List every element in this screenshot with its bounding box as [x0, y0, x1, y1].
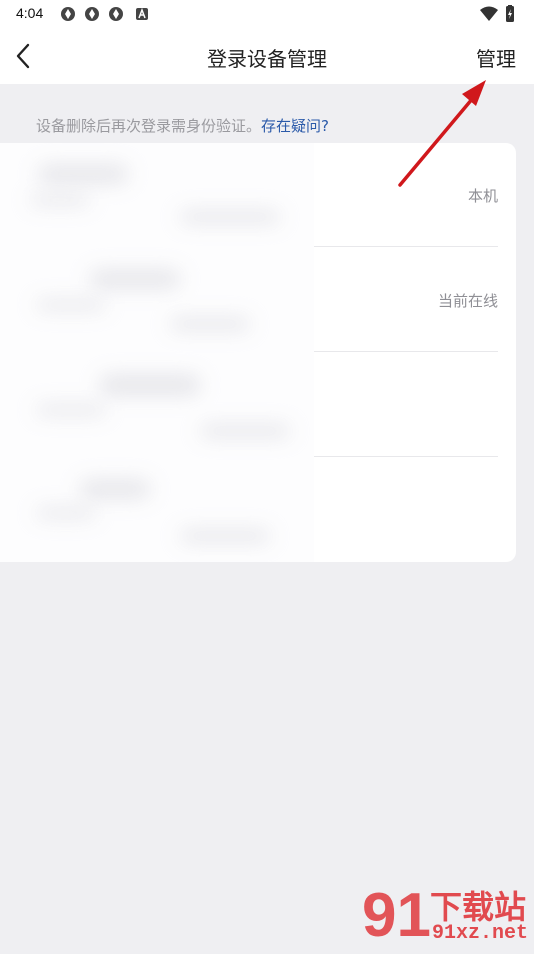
blurred-device-time: [200, 425, 290, 437]
status-time: 4:04: [16, 5, 44, 21]
divider: [314, 246, 498, 247]
notification-icon: [109, 7, 123, 21]
device-item[interactable]: [0, 353, 516, 457]
divider: [314, 456, 498, 457]
device-item[interactable]: 当前在线: [0, 248, 516, 352]
blurred-device-info: [30, 195, 90, 205]
notification-icon: [61, 7, 75, 21]
blurred-device-info: [36, 405, 106, 415]
header: 登录设备管理 管理: [0, 28, 534, 84]
hint-text: 设备删除后再次登录需身份验证。存在疑问?: [36, 115, 329, 136]
wifi-battery-icon: [480, 5, 514, 22]
page-title: 登录设备管理: [207, 47, 327, 71]
blurred-device-time: [170, 318, 250, 330]
device-item[interactable]: 本机: [0, 143, 516, 247]
notification-icon: [85, 7, 99, 21]
question-link[interactable]: 存在疑问?: [261, 117, 329, 135]
status-bar: 4:04: [0, 0, 534, 28]
blurred-device-time: [180, 530, 270, 542]
manage-button[interactable]: 管理: [476, 43, 516, 72]
blurred-device-info: [36, 300, 106, 310]
blurred-device-time: [180, 211, 280, 223]
device-tag-online: 当前在线: [437, 292, 498, 310]
blurred-device-name: [80, 480, 150, 498]
svg-text:91: 91: [362, 881, 431, 950]
blurred-device-info: [36, 508, 96, 518]
device-item[interactable]: [0, 458, 516, 562]
divider: [314, 351, 498, 352]
watermark: 91 下载站 91xz.net: [360, 868, 534, 950]
watermark-site: 91xz.net: [432, 922, 529, 945]
blurred-device-name: [100, 375, 200, 395]
blurred-device-name: [90, 270, 180, 288]
blurred-device-name: [38, 165, 128, 183]
hint-message: 设备删除后再次登录需身份验证。: [36, 117, 262, 135]
app-notification-icon: [136, 7, 148, 20]
device-tag-local: 本机: [467, 187, 498, 205]
device-list: 本机 当前在线: [0, 143, 516, 562]
